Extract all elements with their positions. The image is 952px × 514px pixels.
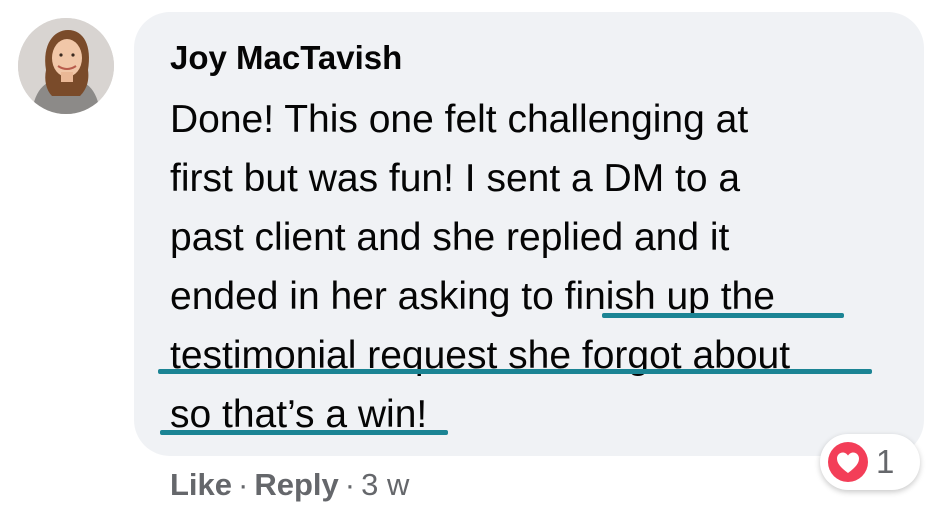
reaction-summary[interactable]: 1	[820, 434, 920, 490]
avatar-photo	[18, 18, 114, 114]
highlight-underline	[158, 369, 872, 374]
comment-actions: Like · Reply · 3 w	[170, 465, 409, 505]
avatar[interactable]	[18, 18, 114, 114]
comment-line: first but was fun! I sent a DM to a	[170, 157, 741, 200]
comment-author[interactable]: Joy MacTavish	[170, 38, 402, 78]
comment-line-part: ended in her asking to	[170, 275, 565, 318]
heart-icon	[828, 442, 868, 482]
separator: ·	[238, 467, 249, 502]
highlighted-line: so that’s a win!	[170, 393, 428, 436]
reply-button[interactable]: Reply	[254, 467, 338, 502]
comment-line: past client and she replied and it	[170, 216, 730, 259]
comment-line: Done! This one felt challenging at	[170, 98, 749, 141]
like-button[interactable]: Like	[170, 467, 232, 502]
comment-text: Done! This one felt challenging at first…	[170, 90, 890, 444]
reaction-count: 1	[876, 443, 895, 480]
highlight-underline	[602, 313, 844, 318]
highlighted-line: testimonial request she forgot about	[170, 334, 791, 377]
comment-timestamp[interactable]: 3 w	[361, 467, 409, 502]
separator: ·	[344, 467, 356, 502]
highlight-underline	[160, 430, 448, 435]
